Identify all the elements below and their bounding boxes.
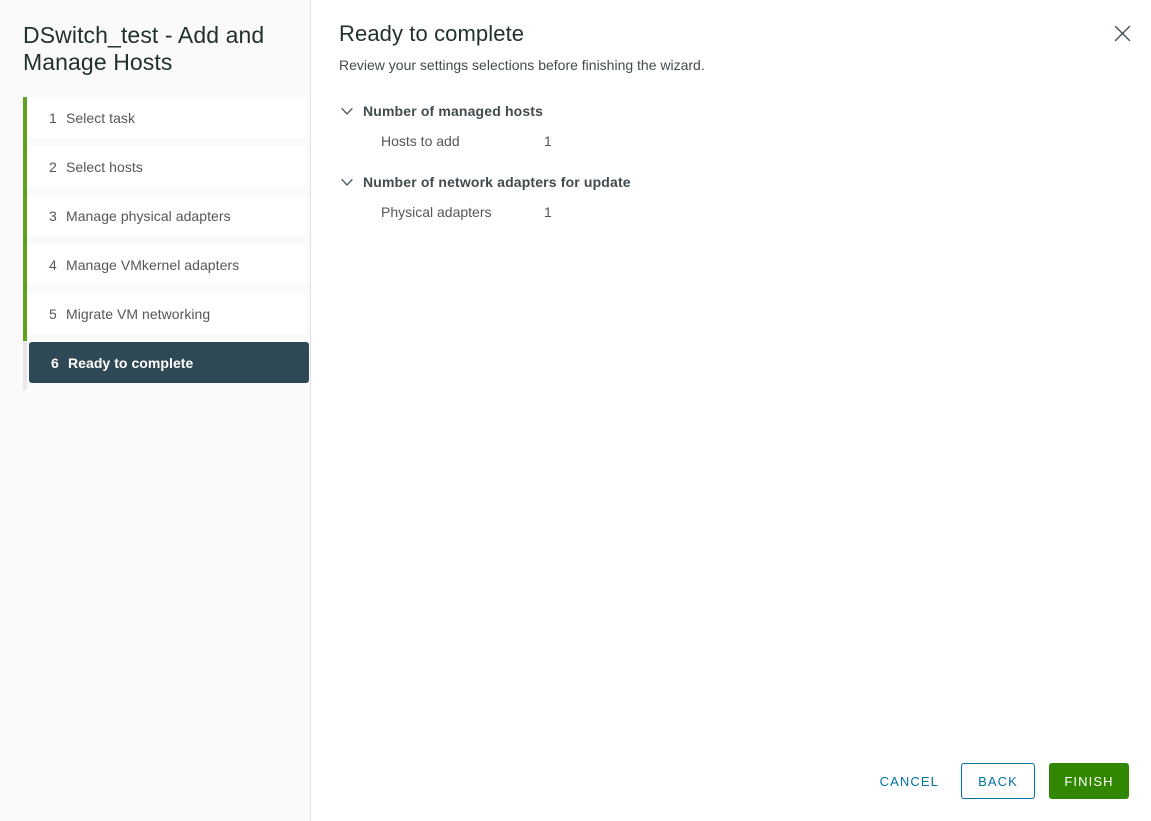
wizard-step-list: 1 Select task 2 Select hosts 3 Manage ph… bbox=[0, 97, 310, 390]
close-button[interactable] bbox=[1107, 18, 1137, 48]
sidebar-item-select-hosts[interactable]: 2 Select hosts bbox=[27, 146, 307, 187]
chevron-down-icon[interactable] bbox=[339, 174, 355, 190]
step-label: Select hosts bbox=[66, 158, 143, 175]
active-step-rail bbox=[23, 341, 27, 390]
section-header-number-of-network-adapters-for-update[interactable]: Number of network adapters for update bbox=[339, 172, 1151, 192]
summary-key: Physical adapters bbox=[381, 203, 492, 220]
cancel-button[interactable]: CANCEL bbox=[864, 763, 955, 799]
step-number: 2 bbox=[49, 158, 57, 175]
summary-value: 1 bbox=[544, 203, 552, 220]
page-subtitle: Review your settings selections before f… bbox=[339, 57, 705, 73]
summary-row: Physical adapters 1 bbox=[381, 201, 1151, 222]
wizard-sidebar: DSwitch_test - Add and Manage Hosts 1 Se… bbox=[0, 0, 311, 821]
step-number: 1 bbox=[49, 109, 57, 126]
wizard-main-pane: Ready to complete Review your settings s… bbox=[311, 0, 1151, 821]
section-rows-managed-hosts: Hosts to add 1 bbox=[339, 130, 1151, 151]
step-number: 5 bbox=[49, 305, 57, 322]
finish-button[interactable]: FINISH bbox=[1049, 763, 1129, 799]
summary-row: Hosts to add 1 bbox=[381, 130, 1151, 151]
step-number: 6 bbox=[51, 354, 59, 371]
sidebar-item-ready-to-complete[interactable]: 6 Ready to complete bbox=[29, 342, 309, 383]
step-number: 3 bbox=[49, 207, 57, 224]
wizard-title: DSwitch_test - Add and Manage Hosts bbox=[23, 22, 265, 75]
sidebar-item-migrate-vm-networking[interactable]: 5 Migrate VM networking bbox=[27, 293, 307, 334]
step-label: Select task bbox=[66, 109, 136, 126]
add-and-manage-hosts-wizard: DSwitch_test - Add and Manage Hosts 1 Se… bbox=[0, 0, 1151, 821]
step-label: Ready to complete bbox=[68, 354, 194, 371]
summary-key: Hosts to add bbox=[381, 132, 460, 149]
sidebar-item-select-task[interactable]: 1 Select task bbox=[27, 97, 307, 138]
summary-value: 1 bbox=[544, 132, 552, 149]
section-rows-network-adapters: Physical adapters 1 bbox=[339, 201, 1151, 222]
sidebar-item-manage-vmkernel-adapters[interactable]: 4 Manage VMkernel adapters bbox=[27, 244, 307, 285]
back-button[interactable]: BACK bbox=[961, 763, 1035, 799]
page-title: Ready to complete bbox=[339, 21, 525, 46]
step-number: 4 bbox=[49, 256, 57, 273]
section-title: Number of network adapters for update bbox=[363, 174, 631, 190]
section-header-number-of-managed-hosts[interactable]: Number of managed hosts bbox=[339, 101, 1151, 121]
wizard-footer: CANCEL BACK FINISH bbox=[864, 763, 1129, 799]
sidebar-item-manage-physical-adapters[interactable]: 3 Manage physical adapters bbox=[27, 195, 307, 236]
close-icon bbox=[1114, 25, 1131, 42]
step-label: Manage physical adapters bbox=[66, 207, 231, 224]
step-label: Migrate VM networking bbox=[66, 305, 211, 322]
section-title: Number of managed hosts bbox=[363, 103, 544, 119]
step-label: Manage VMkernel adapters bbox=[66, 256, 240, 273]
chevron-down-icon[interactable] bbox=[339, 103, 355, 119]
summary-list: Number of managed hosts Hosts to add 1 N… bbox=[311, 74, 1151, 222]
